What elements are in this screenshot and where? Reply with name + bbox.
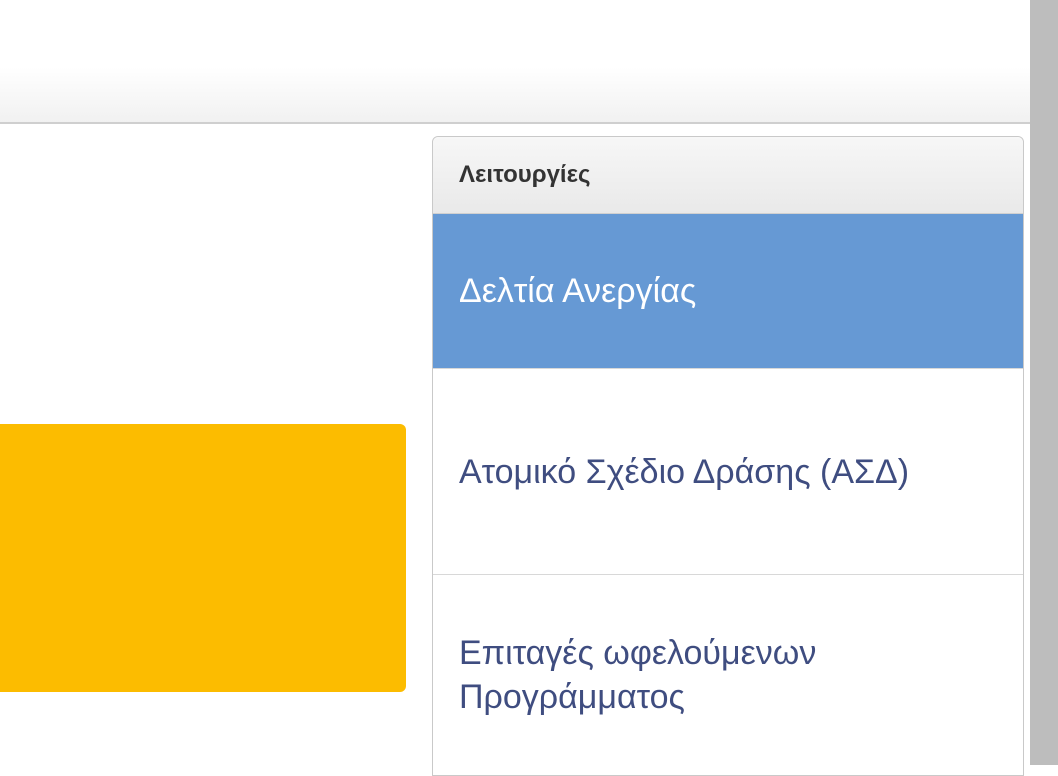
- menu-item-label: Δελτία Ανεργίας: [459, 272, 697, 310]
- functions-panel-header: Λειτουργίες: [433, 137, 1023, 214]
- menu-item-unemployment-cards[interactable]: Δελτία Ανεργίας: [433, 214, 1023, 369]
- menu-item-individual-action-plan[interactable]: Ατομικό Σχέδιο Δράσης (ΑΣΔ): [433, 369, 1023, 575]
- yellow-info-panel: [0, 424, 406, 692]
- menu-item-label: Επιταγές ωφελούμενων Προγράμματος: [459, 634, 817, 716]
- functions-panel: Λειτουργίες Δελτία Ανεργίας Ατομικό Σχέδ…: [432, 136, 1024, 776]
- functions-panel-title: Λειτουργίες: [459, 161, 591, 188]
- scrollbar[interactable]: [1030, 0, 1058, 765]
- menu-item-label: Ατομικό Σχέδιο Δράσης (ΑΣΔ): [459, 452, 910, 491]
- top-header-bar: [0, 0, 1030, 124]
- menu-item-program-beneficiary-checks[interactable]: Επιταγές ωφελούμενων Προγράμματος: [433, 575, 1023, 775]
